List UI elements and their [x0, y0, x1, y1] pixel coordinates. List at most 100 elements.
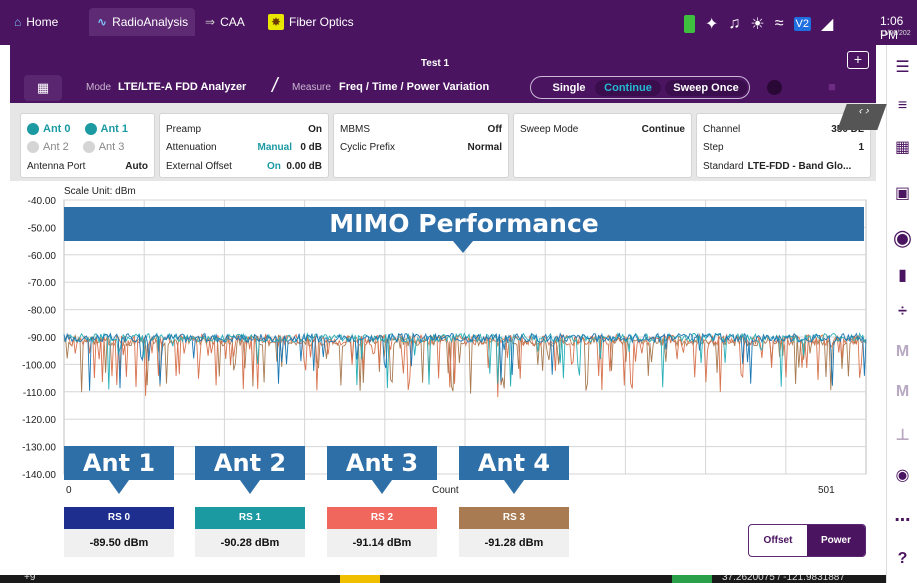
y-tick-label: -90.00: [28, 333, 57, 344]
tab-radioanalysis-label: RadioAnalysis: [112, 15, 189, 29]
parameter-panel: Ant 0 Ant 1 Ant 2 Ant 3 Antenna Port Aut…: [10, 103, 876, 181]
external-offset-value: 0.00 dB: [286, 160, 322, 172]
tab-caa[interactable]: ⇒ CAA: [205, 8, 265, 36]
channel-label: Channel: [703, 123, 741, 135]
help-icon[interactable]: ?: [887, 550, 917, 568]
app-grid-button[interactable]: ▦: [24, 75, 62, 101]
mbms-value: Off: [487, 123, 502, 135]
y-tick-label: -120.00: [22, 415, 56, 426]
ant-callout-3-pointer: [372, 480, 392, 494]
top-app-bar: ⌂ Home ∿ RadioAnalysis ⇒ CAA ✸ Fiber Opt…: [0, 0, 917, 45]
save-icon[interactable]: ◉: [887, 225, 917, 251]
measurement-bar: Test 1 + ▦ Mode LTE/LTE-A FDD Analyzer /…: [10, 45, 876, 103]
rs-card-1-label: RS 1: [195, 507, 305, 529]
sweep-continue-button[interactable]: Continue: [595, 80, 661, 96]
rs-card-0-label: RS 0: [64, 507, 174, 529]
tab-fiber-optics[interactable]: ✸ Fiber Optics: [268, 8, 368, 36]
caa-icon: ⇒: [205, 15, 216, 29]
mbms-label: MBMS: [340, 123, 370, 135]
mimo-performance-banner: MIMO Performance: [64, 207, 864, 241]
bottom-status-bar: +9 37.2620075 / -121.9831887: [0, 575, 886, 583]
y-tick-label: -140.00: [22, 470, 56, 481]
step-value: 1: [858, 141, 864, 153]
sweep-single-button[interactable]: Single: [539, 80, 599, 96]
split-icon[interactable]: ÷: [887, 303, 917, 321]
lock-screen-icon[interactable]: ▣: [887, 183, 917, 203]
sweep-mode-label: Sweep Mode: [520, 123, 579, 135]
antenna-box[interactable]: Ant 0 Ant 1 Ant 2 Ant 3 Antenna Port Aut…: [20, 113, 155, 178]
volume-icon: ♫: [728, 15, 741, 32]
rs-card-3: RS 3 -91.28 dBm: [459, 507, 569, 557]
preamp-box[interactable]: Preamp On Attenuation Manual 0 dB Extern…: [159, 113, 329, 178]
tab-radioanalysis[interactable]: ∿ RadioAnalysis: [89, 8, 195, 36]
lock-icon: ■: [828, 79, 836, 94]
link-icon: ☀: [750, 16, 765, 33]
scale-unit-label: Scale Unit: dBm: [64, 186, 136, 197]
marker-icon[interactable]: M: [887, 343, 917, 361]
warning-icon: [340, 575, 380, 583]
antenna-0-dot: [27, 123, 39, 136]
menu-icon[interactable]: ☰: [887, 57, 917, 77]
add-test-button[interactable]: +: [847, 51, 869, 69]
rs-card-2: RS 2 -91.14 dBm: [327, 507, 437, 557]
y-tick-label: -100.00: [22, 360, 56, 371]
signal-icon: ◢: [821, 16, 834, 33]
rs-card-3-label: RS 3: [459, 507, 569, 529]
separator-slash: /: [272, 75, 278, 97]
rs-card-0-value: -89.50 dBm: [64, 529, 174, 557]
preamp-label: Preamp: [166, 123, 202, 135]
antenna-3-toggle[interactable]: Ant 3: [82, 141, 124, 154]
peak-icon[interactable]: ⊥: [887, 425, 917, 445]
bluetooth-icon: ✦: [705, 16, 719, 33]
mbms-box[interactable]: MBMS Off Cyclic Prefix Normal: [333, 113, 509, 178]
y-tick-label: -40.00: [28, 196, 57, 207]
tab-fiber-optics-label: Fiber Optics: [289, 15, 354, 29]
antenna-2-dot: [27, 141, 39, 154]
y-tick-label: -60.00: [28, 251, 57, 262]
sweep-mode-box[interactable]: Sweep Mode Continue: [513, 113, 692, 178]
antenna-3-dot: [82, 141, 95, 154]
tab-caa-label: CAA: [220, 15, 245, 29]
ant-callout-1: Ant 1: [64, 446, 174, 480]
status-icons: ✦ ♫ ☀ ≈ V2 ◢: [684, 14, 833, 34]
grid-icon: ▦: [36, 80, 50, 95]
more-icon[interactable]: ⋯: [887, 510, 917, 530]
panel-nav-arrows[interactable]: ‹ ›: [837, 104, 887, 130]
cyclic-prefix-label: Cyclic Prefix: [340, 141, 396, 153]
y-tick-label: -80.00: [28, 306, 57, 317]
step-label: Step: [703, 141, 724, 153]
offset-button[interactable]: Offset: [749, 525, 807, 556]
x-axis-label: Count: [432, 485, 459, 496]
mode-value[interactable]: LTE/LTE-A FDD Analyzer: [118, 81, 246, 93]
clock-time: 1:06 PM: [880, 14, 904, 42]
gps-coordinates: 37.2620075 / -121.9831887: [722, 575, 845, 583]
settings-sliders-icon[interactable]: ≡: [887, 97, 917, 115]
antenna-1-dot: [84, 123, 97, 136]
y-tick-label: -50.00: [28, 223, 57, 234]
test-title: Test 1: [420, 58, 450, 69]
antenna-1-toggle[interactable]: Ant 1: [84, 123, 128, 136]
tab-home[interactable]: ⌂ Home: [14, 8, 84, 36]
mode-label: Mode: [86, 82, 112, 93]
rs-card-2-label: RS 2: [327, 507, 437, 529]
x-tick-label: 0: [66, 485, 72, 496]
screenshot-icon[interactable]: ◉: [887, 465, 917, 485]
table-view-icon[interactable]: ▦: [887, 137, 917, 157]
attenuation-mode: Manual: [257, 141, 292, 153]
sweep-once-button[interactable]: Sweep Once: [665, 80, 747, 96]
preamp-value: On: [308, 123, 322, 135]
battery-icon: [684, 15, 695, 33]
y-tick-label: -130.00: [22, 443, 56, 454]
measure-value[interactable]: Freq / Time / Power Variation: [339, 81, 489, 93]
standard-label: Standard: [703, 160, 744, 172]
right-toolbar: ☰ ≡ ▦ ▣ ◉ ▮ ÷ M M ⊥ ◉ ⋯ ?: [886, 45, 917, 583]
marker-settings-icon[interactable]: M: [887, 383, 917, 401]
antenna-2-toggle[interactable]: Ant 2: [27, 141, 69, 154]
bottom-left-text: +9: [24, 575, 36, 583]
folder-icon[interactable]: ▮: [887, 265, 917, 285]
attenuation-value: 0 dB: [300, 141, 322, 153]
power-button[interactable]: Power: [807, 525, 865, 556]
rs-card-1-value: -90.28 dBm: [195, 529, 305, 557]
radio-wave-icon: ∿: [97, 15, 108, 29]
antenna-0-toggle[interactable]: Ant 0: [27, 123, 71, 136]
